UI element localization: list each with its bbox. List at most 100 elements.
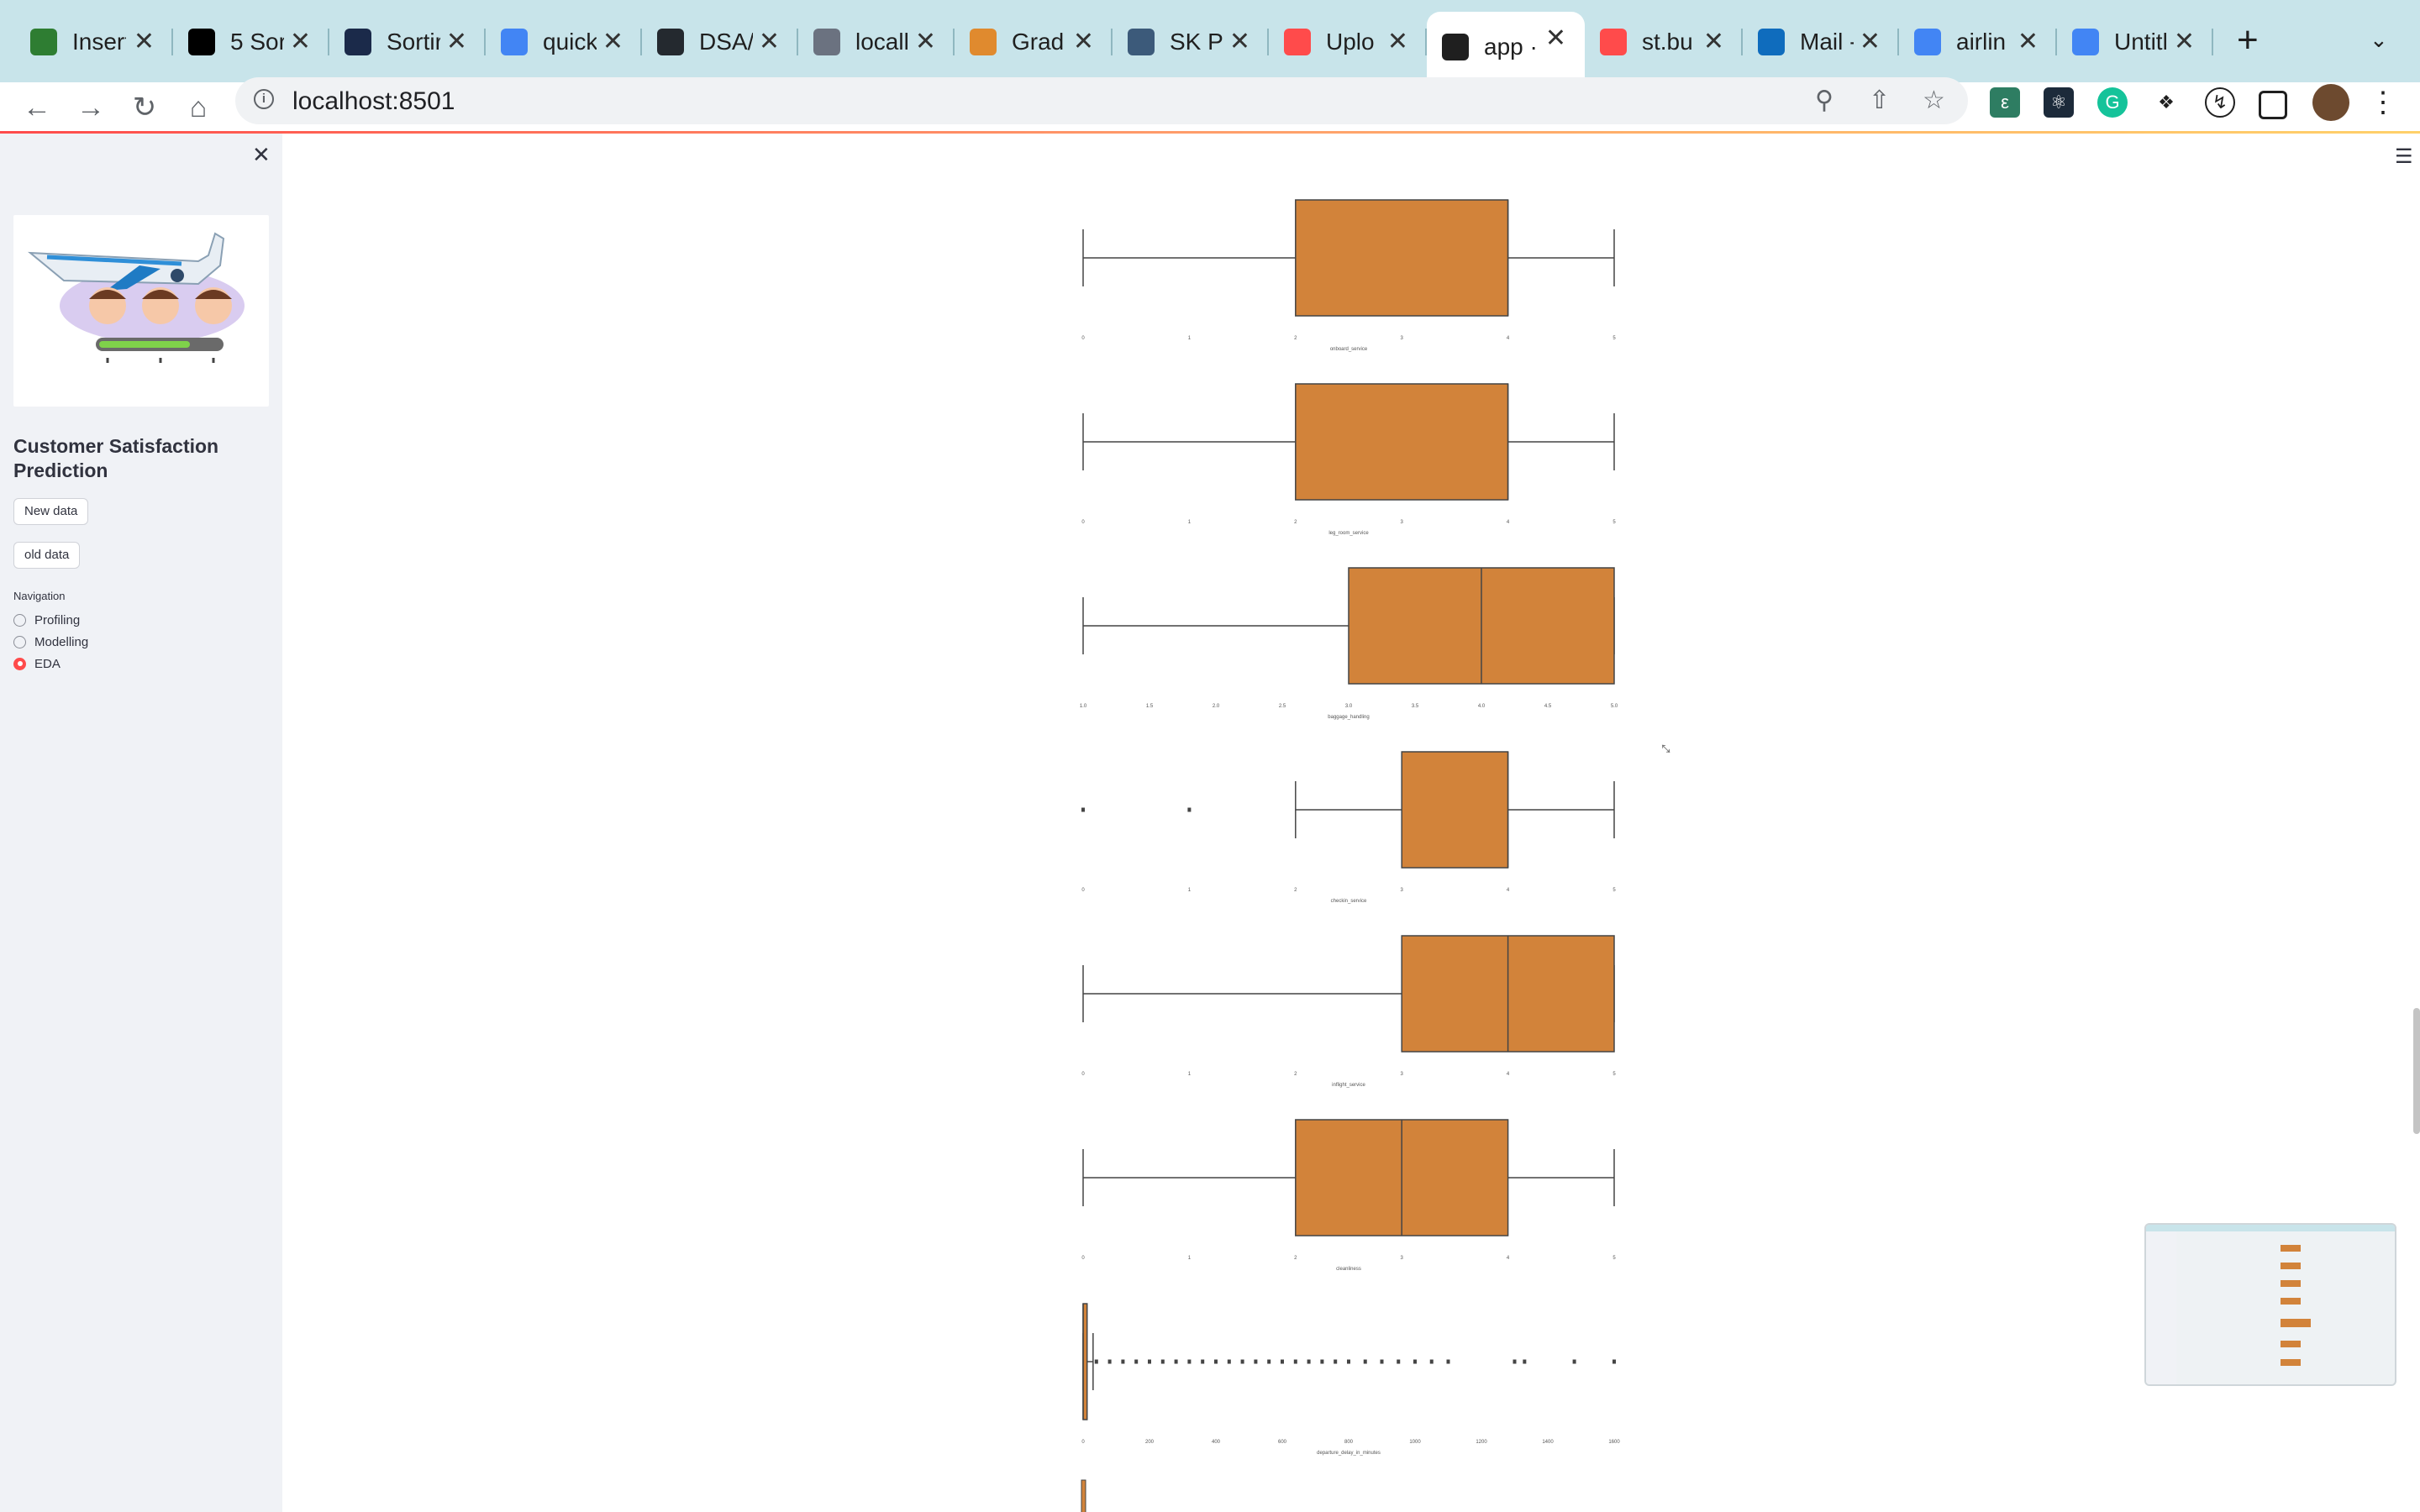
tab-close-icon[interactable]: ✕ xyxy=(915,27,936,56)
axis-label: checkin_service xyxy=(1331,899,1367,904)
tick-label: 400 xyxy=(1212,1440,1221,1445)
outlier-point xyxy=(1254,1359,1258,1364)
radio-circle-selected[interactable] xyxy=(13,657,26,670)
extensions-puzzle-icon[interactable]: ❖ xyxy=(2151,87,2181,118)
browser-tab[interactable]: st.bu ✕ xyxy=(1585,15,1743,69)
outlier-point xyxy=(1081,807,1085,812)
tab-close-icon[interactable]: ✕ xyxy=(602,27,623,56)
tab-favicon-wordpress-icon xyxy=(1128,29,1155,55)
nav-radio-profiling[interactable]: Profiling xyxy=(13,611,80,629)
forward-arrow-icon[interactable]: → xyxy=(67,82,114,133)
browser-tab[interactable]: airlin ✕ xyxy=(1899,15,2057,69)
tick-label: 3 xyxy=(1401,1072,1404,1077)
main-menu-icon[interactable]: ☰ xyxy=(2395,144,2413,169)
outlier-point xyxy=(1429,1359,1434,1364)
url-text[interactable]: localhost:8501 xyxy=(292,87,455,116)
browser-tab[interactable]: Uplo ✕ xyxy=(1269,15,1427,69)
outlier-point xyxy=(1347,1359,1350,1364)
tick-label: 4 xyxy=(1507,520,1510,525)
browser-tab[interactable]: Grad ✕ xyxy=(955,15,1113,69)
browser-tab[interactable]: Insert ✕ xyxy=(15,15,173,69)
outlier-point xyxy=(1380,1359,1384,1364)
tab-title: quick xyxy=(543,29,597,55)
new-data-button[interactable]: New data xyxy=(13,498,89,525)
profile-avatar[interactable] xyxy=(2312,84,2349,121)
tab-title: Insert xyxy=(72,29,126,55)
axis-label: inflight_service xyxy=(1332,1083,1365,1088)
back-arrow-icon[interactable]: ← xyxy=(13,82,60,133)
tab-close-icon[interactable]: ✕ xyxy=(1545,24,1566,53)
outlier-point xyxy=(1413,1359,1417,1364)
screen-preview-thumbnail[interactable] xyxy=(2144,1223,2396,1386)
tab-close-icon[interactable]: ✕ xyxy=(1703,27,1724,56)
tick-label: 1 xyxy=(1188,336,1192,341)
tick-label: 200 xyxy=(1145,1440,1155,1445)
browser-tab[interactable]: Untitl ✕ xyxy=(2057,15,2213,69)
address-bar[interactable]: i localhost:8501 ⚲ ⇧ ☆ xyxy=(235,77,1968,124)
tick-label: 3 xyxy=(1401,520,1404,525)
extension-evernote-icon[interactable]: ε xyxy=(1990,87,2020,118)
home-icon[interactable]: ⌂ xyxy=(175,82,222,133)
tab-separator xyxy=(2212,29,2213,55)
tab-close-icon[interactable]: ✕ xyxy=(446,27,467,56)
axis-label: departure_delay_in_minutes xyxy=(1317,1451,1381,1456)
outlier-point xyxy=(1397,1359,1401,1364)
browser-tab[interactable]: Sortir ✕ xyxy=(329,15,486,69)
radio-circle[interactable] xyxy=(13,613,26,627)
tick-label: 3.0 xyxy=(1345,704,1353,709)
tab-close-icon[interactable]: ✕ xyxy=(2174,27,2195,56)
tab-title: 5 Sor xyxy=(230,29,284,55)
old-data-button[interactable]: old data xyxy=(13,542,81,569)
close-sidebar-icon[interactable]: ✕ xyxy=(252,142,271,168)
site-info-icon[interactable]: i xyxy=(254,89,274,109)
tab-favicon-docs-icon xyxy=(2072,29,2099,55)
browser-tab[interactable]: Mail - ✕ xyxy=(1743,15,1899,69)
browser-tab[interactable]: SK Pa✕ xyxy=(1113,15,1269,69)
browser-tab[interactable]: quick ✕ xyxy=(486,15,642,69)
tick-label: 3.5 xyxy=(1412,704,1419,709)
outlier-point xyxy=(1281,1359,1284,1364)
preview-box xyxy=(2281,1298,2301,1305)
box-iqr xyxy=(1295,199,1509,317)
tick-label: 4 xyxy=(1507,1072,1510,1077)
tab-close-icon[interactable]: ✕ xyxy=(2018,27,2039,56)
zoom-icon[interactable]: ⚲ xyxy=(1815,86,1833,115)
extension-react-devtools-icon[interactable]: ⚛ xyxy=(2044,87,2074,118)
tab-favicon-streamlit-icon xyxy=(1600,29,1627,55)
nav-radio-modelling[interactable]: Modelling xyxy=(13,633,88,651)
radio-label: EDA xyxy=(34,656,60,671)
browser-tab[interactable]: locall ✕ xyxy=(798,15,955,69)
tab-close-icon[interactable]: ✕ xyxy=(1860,27,1881,56)
tab-title: st.bu xyxy=(1642,29,1693,55)
preview-box xyxy=(2281,1263,2301,1269)
outlier-point xyxy=(1334,1359,1338,1364)
share-icon[interactable]: ⇧ xyxy=(1869,86,1890,115)
extension-performance-icon[interactable]: ↯ xyxy=(2205,87,2235,118)
tab-search-chevron-icon[interactable]: ⌄ xyxy=(2370,27,2388,53)
page-scrollbar[interactable] xyxy=(2413,1008,2420,1134)
nav-radio-eda[interactable]: EDA xyxy=(13,654,60,673)
extension-grammarly-icon[interactable]: G xyxy=(2097,87,2128,118)
tab-close-icon[interactable]: ✕ xyxy=(134,27,155,56)
tab-close-icon[interactable]: ✕ xyxy=(1229,27,1250,56)
side-panel-icon[interactable] xyxy=(2259,91,2287,119)
tick-label: 2 xyxy=(1294,520,1297,525)
browser-tab[interactable]: app · ✕ xyxy=(1427,12,1585,82)
bookmark-star-icon[interactable]: ☆ xyxy=(1923,86,1945,115)
tab-close-icon[interactable]: ✕ xyxy=(1073,27,1094,56)
reload-icon[interactable]: ↻ xyxy=(121,82,168,133)
tab-close-icon[interactable]: ✕ xyxy=(759,27,780,56)
tab-close-icon[interactable]: ✕ xyxy=(290,27,311,56)
tab-close-icon[interactable]: ✕ xyxy=(1387,27,1408,56)
browser-tab[interactable]: DSA/✕ xyxy=(642,15,798,69)
tab-title: Uplo xyxy=(1326,29,1375,55)
tab-favicon-outlook-icon xyxy=(1758,29,1785,55)
tick-label: 5 xyxy=(1612,888,1616,893)
radio-circle[interactable] xyxy=(13,635,26,648)
browser-tab[interactable]: 5 Sor ✕ xyxy=(173,15,329,69)
outlier-point xyxy=(1134,1359,1139,1364)
outlier-point xyxy=(1446,1359,1450,1364)
preview-box xyxy=(2281,1341,2301,1347)
browser-menu-icon[interactable]: ⋮ xyxy=(2368,87,2398,118)
new-tab-plus-icon[interactable]: + xyxy=(2237,22,2259,59)
